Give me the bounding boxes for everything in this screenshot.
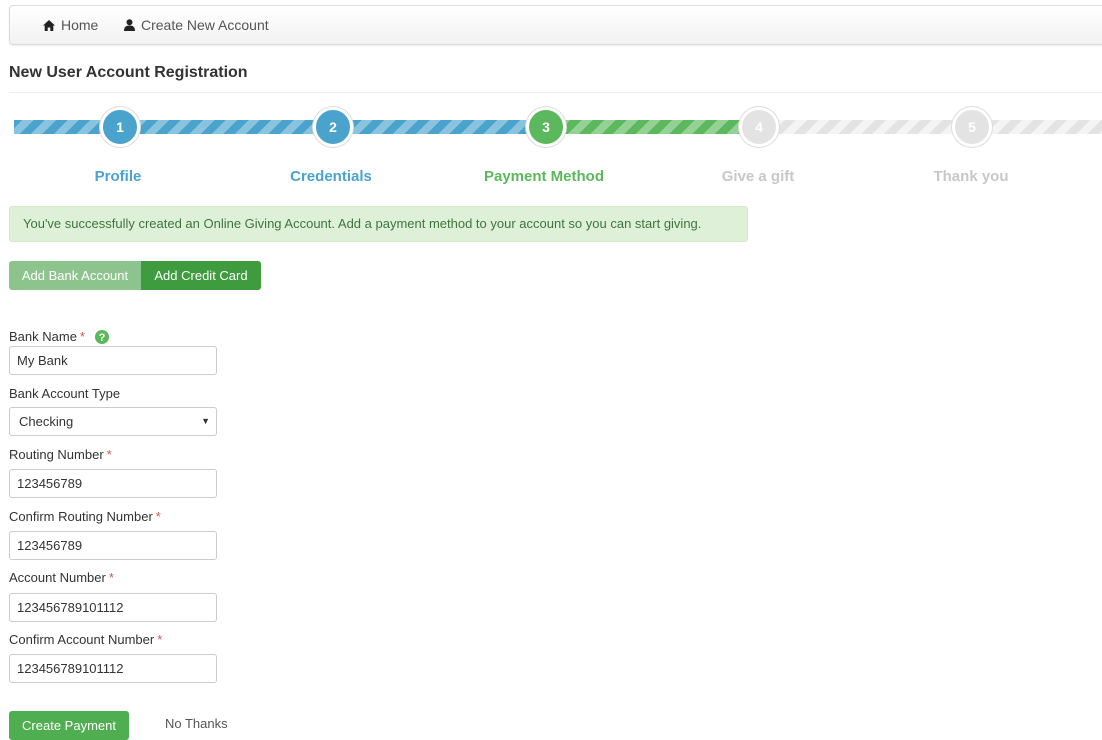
account-number-label: Account Number * xyxy=(9,570,114,585)
routing-number-input[interactable]: 123456789 xyxy=(9,469,217,498)
account-number-input[interactable]: 123456789101112 xyxy=(9,593,217,622)
wizard-step-2-circle: 2 xyxy=(313,107,353,147)
wizard-step-1-circle: 1 xyxy=(100,107,140,147)
required-marker: * xyxy=(157,632,163,647)
breadcrumb-create-label: Create New Account xyxy=(141,17,269,33)
required-marker: * xyxy=(108,570,114,585)
required-marker: * xyxy=(155,509,161,524)
title-divider xyxy=(9,92,1102,93)
account-number-label-text: Account Number xyxy=(9,570,106,585)
confirm-account-number-label: Confirm Account Number * xyxy=(9,632,162,647)
no-thanks-link[interactable]: No Thanks xyxy=(165,716,228,731)
account-type-select[interactable]: Checking ▼ xyxy=(9,407,217,436)
wizard-step-5-circle: 5 xyxy=(952,107,992,147)
confirm-routing-number-input[interactable]: 123456789 xyxy=(9,531,217,560)
bank-name-label: Bank Name * ? xyxy=(9,329,109,344)
wizard-step-5-label: Thank you xyxy=(933,168,1009,185)
wizard-progress-current xyxy=(540,120,760,134)
account-type-label: Bank Account Type xyxy=(9,386,121,401)
required-marker: * xyxy=(106,447,112,462)
add-bank-account-button[interactable]: Add Bank Account xyxy=(9,261,141,290)
chevron-down-icon: ▼ xyxy=(201,416,210,426)
add-credit-card-button[interactable]: Add Credit Card xyxy=(141,261,261,290)
wizard-step-2-label: Credentials xyxy=(290,168,372,185)
page-title: New User Account Registration xyxy=(9,64,248,81)
success-alert: You've successfully created an Online Gi… xyxy=(9,206,748,242)
routing-number-label: Routing Number * xyxy=(9,447,112,462)
wizard-step-3-label: Payment Method xyxy=(483,168,604,185)
account-type-value: Checking xyxy=(19,414,74,429)
wizard-step-1-label: Profile xyxy=(94,168,142,185)
breadcrumb-home[interactable]: Home xyxy=(43,6,98,44)
payment-type-toggle: Add Bank Account Add Credit Card xyxy=(9,261,261,290)
wizard-progress-remaining xyxy=(760,120,1102,134)
confirm-account-number-label-text: Confirm Account Number xyxy=(9,632,155,647)
wizard-step-3-circle: 3 xyxy=(526,107,566,147)
svg-text:?: ? xyxy=(98,332,105,344)
home-icon xyxy=(43,19,55,31)
help-icon[interactable]: ? xyxy=(94,330,109,344)
routing-number-label-text: Routing Number xyxy=(9,447,104,462)
required-marker: * xyxy=(79,329,85,344)
breadcrumb-home-label: Home xyxy=(61,17,99,33)
create-payment-button[interactable]: Create Payment xyxy=(9,711,129,740)
confirm-account-number-input[interactable]: 123456789101112 xyxy=(9,654,217,683)
confirm-routing-number-label: Confirm Routing Number * xyxy=(9,509,161,524)
confirm-routing-number-label-text: Confirm Routing Number xyxy=(9,509,153,524)
bank-name-label-text: Bank Name xyxy=(9,329,77,344)
bank-name-input[interactable]: My Bank xyxy=(9,346,217,375)
user-icon xyxy=(124,19,135,31)
breadcrumb-create-account[interactable]: Create New Account xyxy=(124,6,269,44)
wizard-progress-completed xyxy=(14,120,540,134)
breadcrumb: Home Create New Account xyxy=(9,5,1102,45)
wizard-step-4-circle: 4 xyxy=(739,107,779,147)
wizard-step-4-label: Give a gift xyxy=(721,168,795,185)
